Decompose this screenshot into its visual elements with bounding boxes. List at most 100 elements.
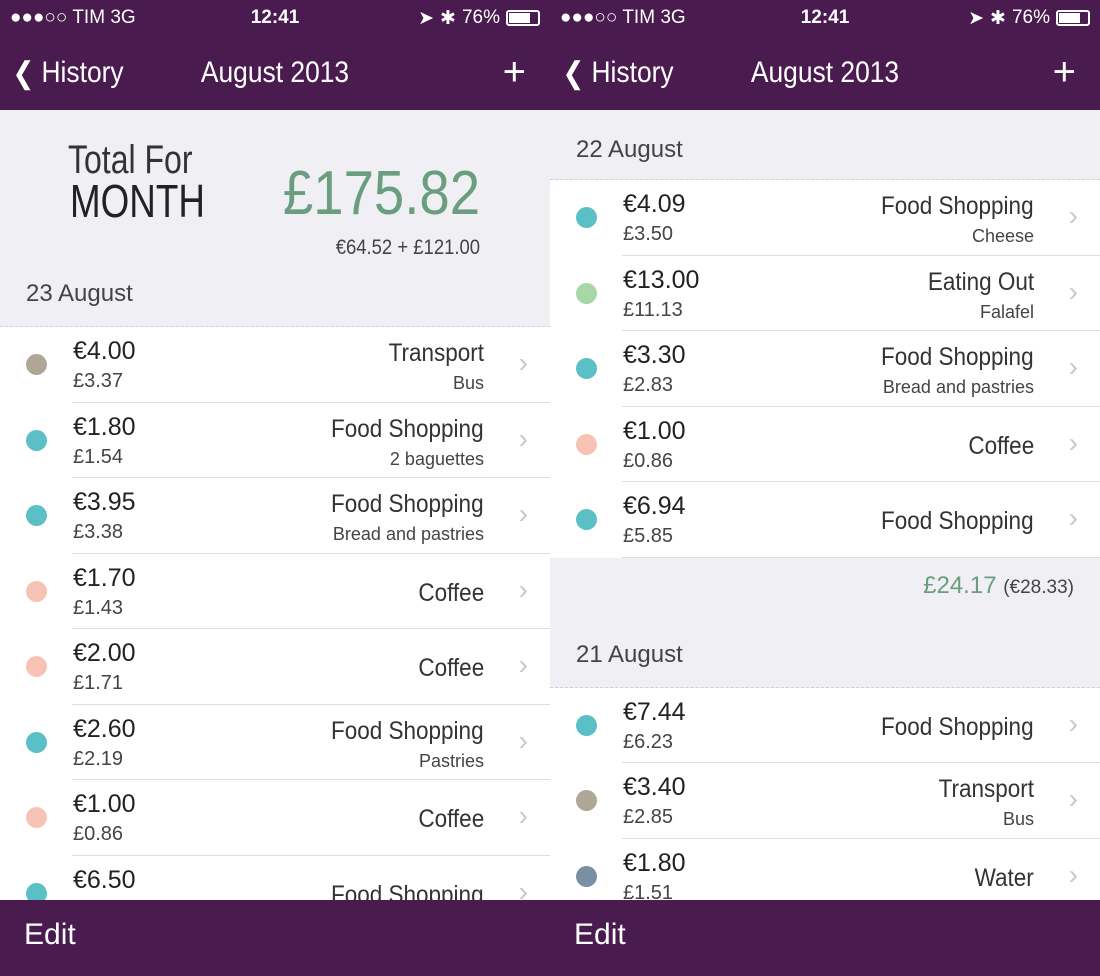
amount-eur: €1.80 — [73, 412, 136, 441]
expense-rows: €4.00 £3.37 Transport Bus › €1.80 £1.54 Food Sh… — [0, 327, 550, 900]
back-button[interactable]: ❮ History — [0, 56, 124, 91]
chevron-right-icon: › — [518, 573, 528, 605]
toolbar: Edit — [550, 900, 1100, 976]
amount-eur: €1.00 — [623, 416, 686, 445]
expense-note: Falafel — [979, 301, 1034, 322]
chevron-right-icon: › — [1068, 858, 1078, 890]
expense-row[interactable]: €13.00 £11.13 Eating Out Falafel › — [550, 256, 1100, 331]
toolbar: Edit — [0, 900, 550, 976]
expense-row[interactable]: €4.00 £3.37 Transport Bus › — [0, 327, 550, 403]
status-left: ●●●○○ TIM 3G — [560, 7, 968, 29]
category-color-dot — [26, 429, 47, 451]
expense-row[interactable]: €1.80 £1.51 Water › — [550, 839, 1100, 900]
edit-button[interactable]: Edit — [574, 918, 626, 951]
expense-note: Bread and pastries — [332, 524, 484, 544]
category-label: Food Shopping — [881, 712, 1034, 741]
status-right: ➤ ✱ 76% — [968, 7, 1090, 30]
amount-eur: €3.30 — [623, 341, 686, 369]
day-subtotal: £24.17 (€28.33) — [550, 558, 1100, 621]
chevron-right-icon: › — [1068, 783, 1078, 814]
expense-row[interactable]: €6.50 Food Shopping › — [0, 856, 550, 901]
navigation-bar: ●●●○○ TIM 3G 12:41 ➤ ✱ 76% ❮ History August 201… — [0, 0, 550, 110]
expense-row[interactable]: €1.00 £0.86 Coffee › — [550, 407, 1100, 482]
category-label: Food Shopping — [331, 490, 484, 518]
month-total: £175.82 — [282, 159, 480, 228]
expense-rows: €7.44 £6.23 Food Shopping › €3.40 £2.85 Transp… — [550, 687, 1100, 900]
amount-gbp: £1.54 — [73, 445, 124, 468]
category-color-dot — [26, 656, 47, 677]
expense-row[interactable]: €6.94 £5.85 Food Shopping › — [550, 482, 1100, 558]
expense-row[interactable]: €1.00 £0.86 Coffee › — [0, 780, 550, 856]
battery-icon — [506, 10, 540, 26]
category-label: Transport — [938, 775, 1034, 803]
category-color-dot — [26, 731, 47, 753]
add-button[interactable]: + — [1053, 50, 1076, 95]
category-label: Coffee — [418, 578, 484, 607]
category-label: Food Shopping — [331, 880, 484, 901]
expense-row[interactable]: €7.44 £6.23 Food Shopping › — [550, 688, 1100, 763]
expense-row[interactable]: €4.09 £3.50 Food Shopping Cheese › — [550, 180, 1100, 256]
nav-row: ❮ History August 2013 + — [0, 36, 550, 110]
category-color-dot — [576, 714, 597, 736]
amount-gbp: £3.38 — [73, 521, 124, 543]
back-label: History — [41, 56, 124, 89]
category-color-dot — [576, 207, 597, 228]
amount-gbp: £5.85 — [623, 525, 674, 547]
expense-row[interactable]: €1.70 £1.43 Coffee › — [0, 554, 550, 629]
status-right: ➤ ✱ 76% — [418, 7, 540, 30]
expense-list[interactable]: Total For MONTH £175.82 €64.52 + £121.00 23 … — [0, 110, 550, 900]
amount-eur: €4.00 — [73, 337, 136, 365]
screen-left: ●●●○○ TIM 3G 12:41 ➤ ✱ 76% ❮ History August 201… — [0, 0, 550, 976]
expense-note: Bus — [452, 373, 484, 393]
chevron-right-icon: › — [1068, 502, 1078, 533]
edit-button[interactable]: Edit — [24, 918, 76, 951]
back-label: History — [591, 56, 674, 89]
screen-right: ●●●○○ TIM 3G 12:41 ➤ ✱ 76% ❮ History August 201… — [550, 0, 1100, 976]
category-label: Food Shopping — [331, 414, 484, 443]
chevron-right-icon: › — [518, 649, 528, 680]
expense-row[interactable]: €3.30 £2.83 Food Shopping Bread and pastrie… — [550, 331, 1100, 407]
amount-gbp: £0.86 — [623, 449, 674, 472]
battery-icon — [1056, 10, 1090, 26]
chevron-right-icon: › — [518, 347, 528, 378]
carrier-signal: ●●●○○ TIM — [10, 7, 106, 28]
location-icon: ➤ — [968, 7, 985, 29]
amount-gbp: £1.43 — [73, 596, 124, 619]
nav-row: ❮ History August 2013 + — [550, 36, 1100, 110]
amount-gbp: £2.83 — [623, 374, 674, 396]
amount-gbp: £0.86 — [73, 823, 124, 845]
category-color-dot — [26, 807, 47, 828]
amount-eur: €3.95 — [73, 488, 136, 516]
subtotal-gbp: £24.17 — [923, 571, 997, 599]
amount-gbp: £2.85 — [623, 806, 674, 828]
category-label: Transport — [388, 339, 484, 367]
expense-row[interactable]: €2.60 £2.19 Food Shopping Pastries › — [0, 705, 550, 780]
category-label: Water — [974, 863, 1034, 892]
amount-eur: €7.44 — [623, 697, 686, 726]
category-color-dot — [576, 433, 597, 455]
add-button[interactable]: + — [503, 50, 526, 95]
amount-eur: €3.40 — [623, 773, 686, 801]
bluetooth-icon: ✱ — [990, 7, 1006, 29]
category-color-dot — [26, 580, 47, 602]
category-label: Coffee — [968, 431, 1034, 460]
back-button[interactable]: ❮ History — [550, 56, 674, 91]
category-color-dot — [26, 882, 47, 900]
category-label: Coffee — [418, 805, 484, 833]
expense-note: Pastries — [418, 750, 484, 771]
chevron-right-icon: › — [1068, 275, 1078, 307]
expense-row[interactable]: €3.95 £3.38 Food Shopping Bread and pastrie… — [0, 478, 550, 554]
expense-row[interactable]: €3.40 £2.85 Transport Bus › — [550, 763, 1100, 839]
category-color-dot — [576, 358, 597, 379]
amount-eur: €13.00 — [623, 265, 700, 294]
subtotal-eur: (€28.33) — [1003, 576, 1074, 598]
expense-list[interactable]: 22 August €4.09 £3.50 Food Shopping Cheese › €… — [550, 110, 1100, 900]
expense-row[interactable]: €1.80 £1.54 Food Shopping 2 baguettes › — [0, 403, 550, 478]
expense-row[interactable]: €2.00 £1.71 Coffee › — [0, 629, 550, 705]
battery-percent: 76% — [1011, 7, 1050, 28]
chevron-right-icon: › — [518, 875, 528, 901]
category-color-dot — [576, 282, 597, 304]
category-color-dot — [26, 505, 47, 526]
navigation-bar: ●●●○○ TIM 3G 12:41 ➤ ✱ 76% ❮ History August 201… — [550, 0, 1100, 110]
chevron-right-icon: › — [1068, 707, 1078, 739]
